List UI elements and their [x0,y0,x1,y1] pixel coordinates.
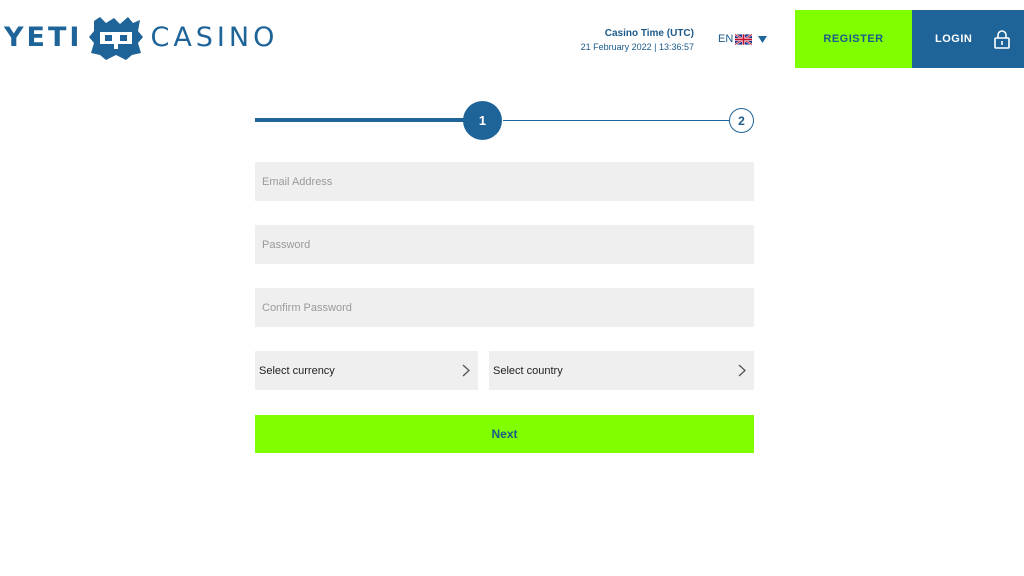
confirm-password-field[interactable] [255,288,754,327]
chevron-right-icon [738,364,746,377]
currency-select-label: Select currency [259,364,335,377]
next-label: Next [491,427,518,441]
login-button[interactable]: LOGIN [912,10,1024,68]
register-label: REGISTER [823,33,884,45]
next-button[interactable]: Next [255,415,754,453]
lock-icon [994,30,1011,49]
login-label: LOGIN [935,33,973,45]
password-field[interactable] [255,225,754,264]
language-code: EN [718,33,734,45]
step-2-indicator: 2 [729,108,754,133]
casino-time-value: 21 February 2022 | 13:36:57 [580,42,694,52]
currency-select[interactable]: Select currency [255,351,478,390]
uk-flag-icon [735,33,753,45]
stepper-remaining-line [503,120,731,121]
register-button[interactable]: REGISTER [795,10,912,68]
logo-text-casino: CASINO [150,22,279,53]
site-logo[interactable]: YETI CASINO [4,15,278,61]
language-selector[interactable]: EN [718,33,768,45]
email-field[interactable] [255,162,754,201]
step-1-indicator: 1 [463,101,502,140]
stepper-progress-line [255,118,465,122]
caret-down-icon [758,35,768,43]
logo-text-yeti: YETI [4,22,83,53]
country-select[interactable]: Select country [489,351,754,390]
yeti-face-icon [89,17,144,60]
chevron-right-icon [462,364,470,377]
registration-stepper: 1 2 [255,100,755,140]
casino-time-label: Casino Time (UTC) [604,28,694,39]
country-select-label: Select country [493,364,563,377]
casino-time: Casino Time (UTC) 21 February 2022 | 13:… [560,28,694,54]
